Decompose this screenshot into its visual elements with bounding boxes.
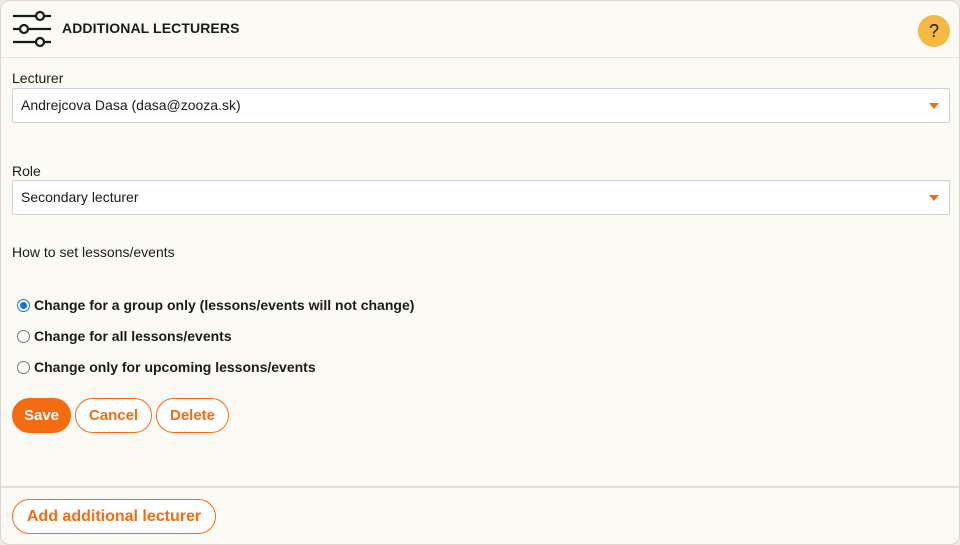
- cancel-button[interactable]: Cancel: [75, 398, 152, 433]
- radio-button[interactable]: [17, 330, 30, 343]
- role-select[interactable]: Secondary lecturer: [12, 180, 950, 215]
- delete-button[interactable]: Delete: [156, 398, 229, 433]
- radio-label: Change only for upcoming lessons/events: [34, 359, 316, 375]
- radio-label: Change for all lessons/events: [34, 328, 232, 344]
- radio-button-checked[interactable]: [17, 299, 30, 312]
- role-select-value: Secondary lecturer: [21, 189, 139, 205]
- lecturer-select[interactable]: Andrejcova Dasa (dasa@zooza.sk): [12, 88, 950, 123]
- caret-down-icon: [929, 195, 939, 201]
- panel-title: ADDITIONAL LECTURERS: [62, 20, 240, 36]
- lecturer-select-value: Andrejcova Dasa (dasa@zooza.sk): [21, 97, 241, 113]
- panel-header: ADDITIONAL LECTURERS ?: [1, 1, 959, 58]
- save-button[interactable]: Save: [12, 398, 71, 433]
- additional-lecturers-panel: ADDITIONAL LECTURERS ? Lecturer Andrejco…: [0, 0, 960, 545]
- radio-label: Change for a group only (lessons/events …: [34, 297, 415, 313]
- caret-down-icon: [929, 103, 939, 109]
- add-additional-lecturer-button[interactable]: Add additional lecturer: [12, 499, 216, 534]
- panel-footer: Add additional lecturer: [1, 486, 959, 544]
- radio-button[interactable]: [17, 361, 30, 374]
- role-label: Role: [12, 163, 41, 179]
- help-button[interactable]: ?: [918, 15, 950, 47]
- sliders-icon: [13, 10, 51, 48]
- lecturer-label: Lecturer: [12, 70, 64, 86]
- lessons-setting-label: How to set lessons/events: [12, 244, 175, 260]
